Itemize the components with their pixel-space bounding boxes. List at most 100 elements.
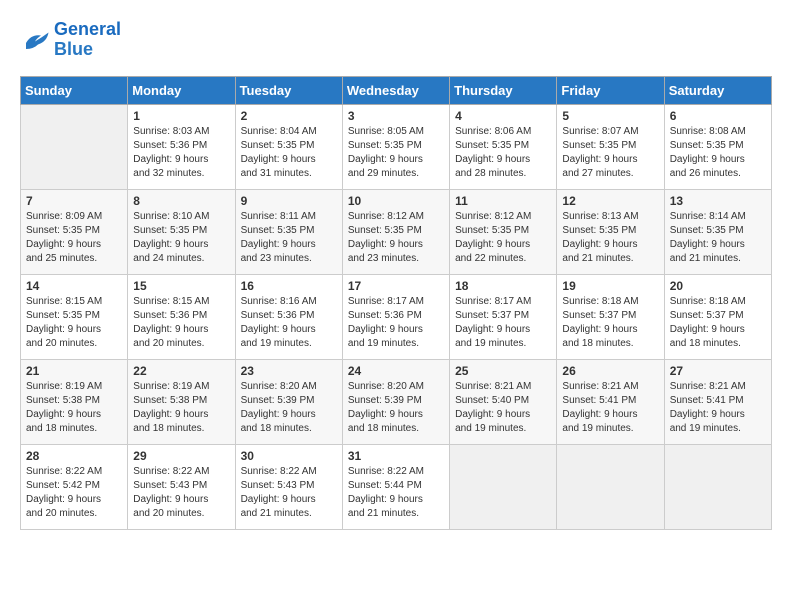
day-info: Sunrise: 8:21 AM Sunset: 5:41 PM Dayligh… [562,380,658,436]
day-number: 12 [562,194,658,208]
day-number: 15 [133,279,229,293]
calendar-cell: 2 Sunrise: 8:04 AM Sunset: 5:35 PM Daylig… [235,104,342,189]
day-number: 7 [26,194,122,208]
day-number: 24 [348,364,444,378]
calendar-cell: 21Sunrise: 8:19 AM Sunset: 5:38 PM Dayli… [21,359,128,444]
day-header: Thursday [450,76,557,104]
calendar-cell: 19Sunrise: 8:18 AM Sunset: 5:37 PM Dayli… [557,274,664,359]
calendar-cell: 1 Sunrise: 8:03 AM Sunset: 5:36 PM Daylig… [128,104,235,189]
day-number: 9 [241,194,337,208]
day-number: 22 [133,364,229,378]
calendar-week-row: 21Sunrise: 8:19 AM Sunset: 5:38 PM Dayli… [21,359,772,444]
day-info: Sunrise: 8:17 AM Sunset: 5:36 PM Dayligh… [348,295,444,351]
calendar-cell [450,444,557,529]
calendar-week-row: 1 Sunrise: 8:03 AM Sunset: 5:36 PM Daylig… [21,104,772,189]
day-info: Sunrise: 8:03 AM Sunset: 5:36 PM Dayligh… [133,125,229,181]
calendar-cell [664,444,771,529]
day-header: Friday [557,76,664,104]
calendar-cell: 20Sunrise: 8:18 AM Sunset: 5:37 PM Dayli… [664,274,771,359]
calendar-cell: 7 Sunrise: 8:09 AM Sunset: 5:35 PM Daylig… [21,189,128,274]
day-header: Saturday [664,76,771,104]
calendar-cell: 10 Sunrise: 8:12 AM Sunset: 5:35 PM Dayli… [342,189,449,274]
calendar-cell: 16 Sunrise: 8:16 AM Sunset: 5:36 PM Dayli… [235,274,342,359]
day-info: Sunrise: 8:12 AM Sunset: 5:35 PM Dayligh… [455,210,551,266]
day-info: Sunrise: 8:11 AM Sunset: 5:35 PM Dayligh… [241,210,337,266]
day-info: Sunrise: 8:22 AM Sunset: 5:44 PM Dayligh… [348,465,444,521]
day-info: Sunrise: 8:08 AM Sunset: 5:35 PM Dayligh… [670,125,766,181]
day-info: Sunrise: 8:12 AM Sunset: 5:35 PM Dayligh… [348,210,444,266]
calendar-cell: 24 Sunrise: 8:20 AM Sunset: 5:39 PM Dayli… [342,359,449,444]
day-info: Sunrise: 8:17 AM Sunset: 5:37 PM Dayligh… [455,295,551,351]
day-info: Sunrise: 8:22 AM Sunset: 5:42 PM Dayligh… [26,465,122,521]
calendar-cell [557,444,664,529]
calendar-week-row: 28 Sunrise: 8:22 AM Sunset: 5:42 PM Dayli… [21,444,772,529]
calendar-cell: 27 Sunrise: 8:21 AM Sunset: 5:41 PM Dayli… [664,359,771,444]
calendar-cell: 11 Sunrise: 8:12 AM Sunset: 5:35 PM Dayli… [450,189,557,274]
day-info: Sunrise: 8:20 AM Sunset: 5:39 PM Dayligh… [241,380,337,436]
calendar-cell: 3Sunrise: 8:05 AM Sunset: 5:35 PM Daylig… [342,104,449,189]
calendar-week-row: 7 Sunrise: 8:09 AM Sunset: 5:35 PM Daylig… [21,189,772,274]
day-number: 23 [241,364,337,378]
calendar-cell: 25 Sunrise: 8:21 AM Sunset: 5:40 PM Dayli… [450,359,557,444]
day-number: 5 [562,109,658,123]
calendar-cell: 4 Sunrise: 8:06 AM Sunset: 5:35 PM Daylig… [450,104,557,189]
calendar-cell: 29Sunrise: 8:22 AM Sunset: 5:43 PM Dayli… [128,444,235,529]
day-info: Sunrise: 8:21 AM Sunset: 5:41 PM Dayligh… [670,380,766,436]
calendar-cell: 5 Sunrise: 8:07 AM Sunset: 5:35 PM Daylig… [557,104,664,189]
calendar-cell: 17 Sunrise: 8:17 AM Sunset: 5:36 PM Dayli… [342,274,449,359]
day-number: 18 [455,279,551,293]
day-info: Sunrise: 8:22 AM Sunset: 5:43 PM Dayligh… [133,465,229,521]
day-header: Monday [128,76,235,104]
calendar-cell: 23 Sunrise: 8:20 AM Sunset: 5:39 PM Dayli… [235,359,342,444]
day-number: 31 [348,449,444,463]
day-info: Sunrise: 8:09 AM Sunset: 5:35 PM Dayligh… [26,210,122,266]
day-info: Sunrise: 8:06 AM Sunset: 5:35 PM Dayligh… [455,125,551,181]
day-number: 10 [348,194,444,208]
day-number: 14 [26,279,122,293]
calendar-week-row: 14 Sunrise: 8:15 AM Sunset: 5:35 PM Dayli… [21,274,772,359]
day-number: 13 [670,194,766,208]
day-info: Sunrise: 8:14 AM Sunset: 5:35 PM Dayligh… [670,210,766,266]
calendar-cell: 12Sunrise: 8:13 AM Sunset: 5:35 PM Dayli… [557,189,664,274]
calendar-cell: 30 Sunrise: 8:22 AM Sunset: 5:43 PM Dayli… [235,444,342,529]
day-info: Sunrise: 8:15 AM Sunset: 5:36 PM Dayligh… [133,295,229,351]
day-info: Sunrise: 8:19 AM Sunset: 5:38 PM Dayligh… [26,380,122,436]
day-number: 28 [26,449,122,463]
day-number: 27 [670,364,766,378]
day-info: Sunrise: 8:22 AM Sunset: 5:43 PM Dayligh… [241,465,337,521]
day-number: 8 [133,194,229,208]
day-header: Sunday [21,76,128,104]
day-info: Sunrise: 8:07 AM Sunset: 5:35 PM Dayligh… [562,125,658,181]
logo-text: General Blue [54,20,121,60]
day-number: 1 [133,109,229,123]
calendar-cell [21,104,128,189]
day-number: 25 [455,364,551,378]
day-info: Sunrise: 8:20 AM Sunset: 5:39 PM Dayligh… [348,380,444,436]
day-info: Sunrise: 8:16 AM Sunset: 5:36 PM Dayligh… [241,295,337,351]
day-info: Sunrise: 8:04 AM Sunset: 5:35 PM Dayligh… [241,125,337,181]
logo-icon [20,28,50,52]
day-info: Sunrise: 8:10 AM Sunset: 5:35 PM Dayligh… [133,210,229,266]
calendar-cell: 26 Sunrise: 8:21 AM Sunset: 5:41 PM Dayli… [557,359,664,444]
day-info: Sunrise: 8:19 AM Sunset: 5:38 PM Dayligh… [133,380,229,436]
day-number: 16 [241,279,337,293]
calendar-cell: 28 Sunrise: 8:22 AM Sunset: 5:42 PM Dayli… [21,444,128,529]
day-header: Wednesday [342,76,449,104]
day-info: Sunrise: 8:15 AM Sunset: 5:35 PM Dayligh… [26,295,122,351]
day-number: 17 [348,279,444,293]
day-number: 2 [241,109,337,123]
calendar-cell: 9 Sunrise: 8:11 AM Sunset: 5:35 PM Daylig… [235,189,342,274]
calendar-cell: 15 Sunrise: 8:15 AM Sunset: 5:36 PM Dayli… [128,274,235,359]
logo: General Blue [20,20,121,60]
day-number: 6 [670,109,766,123]
day-number: 4 [455,109,551,123]
day-info: Sunrise: 8:21 AM Sunset: 5:40 PM Dayligh… [455,380,551,436]
day-info: Sunrise: 8:18 AM Sunset: 5:37 PM Dayligh… [562,295,658,351]
day-number: 11 [455,194,551,208]
day-header: Tuesday [235,76,342,104]
page-header: General Blue [20,20,772,60]
day-number: 30 [241,449,337,463]
calendar-cell: 8 Sunrise: 8:10 AM Sunset: 5:35 PM Daylig… [128,189,235,274]
calendar-cell: 22 Sunrise: 8:19 AM Sunset: 5:38 PM Dayli… [128,359,235,444]
day-number: 26 [562,364,658,378]
